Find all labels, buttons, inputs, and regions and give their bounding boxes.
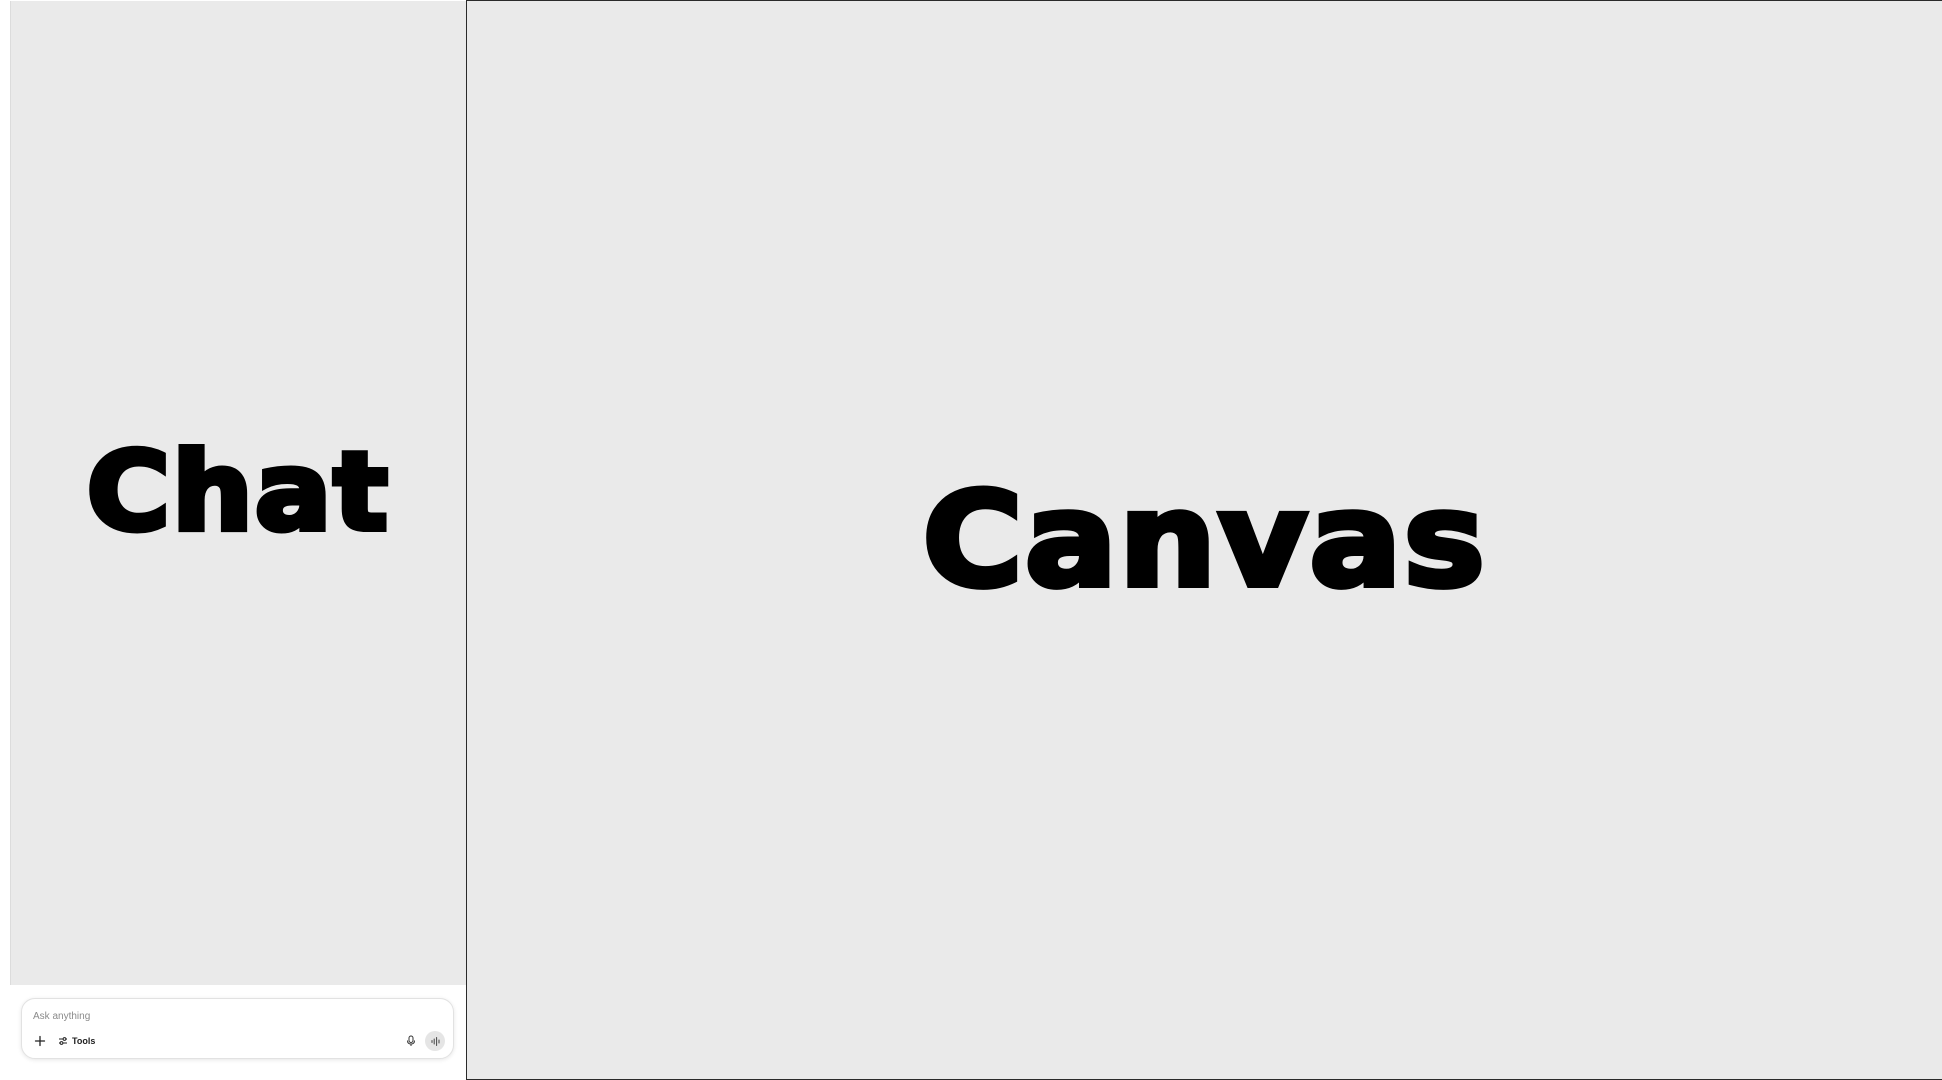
chat-message-area: Chat bbox=[10, 1, 466, 985]
canvas-panel: Canvas bbox=[466, 0, 1942, 1080]
composer-toolbar: Tools bbox=[30, 1030, 445, 1052]
chat-heading: Chat bbox=[84, 430, 391, 555]
sliders-icon bbox=[59, 1037, 67, 1045]
add-attachment-button[interactable] bbox=[30, 1031, 50, 1051]
chat-panel: Chat Tools bbox=[0, 0, 466, 1080]
plus-icon bbox=[34, 1035, 46, 1047]
chat-composer: Tools bbox=[21, 998, 454, 1059]
chat-input[interactable] bbox=[33, 1007, 433, 1025]
tools-label: Tools bbox=[72, 1036, 96, 1046]
tools-button[interactable]: Tools bbox=[54, 1031, 99, 1051]
dictate-button[interactable] bbox=[401, 1031, 421, 1051]
canvas-heading: Canvas bbox=[919, 464, 1488, 616]
microphone-icon bbox=[407, 1035, 415, 1046]
app-root: Chat Tools bbox=[0, 0, 1942, 1080]
voice-mode-icon bbox=[431, 1036, 439, 1046]
voice-mode-button[interactable] bbox=[425, 1031, 445, 1051]
